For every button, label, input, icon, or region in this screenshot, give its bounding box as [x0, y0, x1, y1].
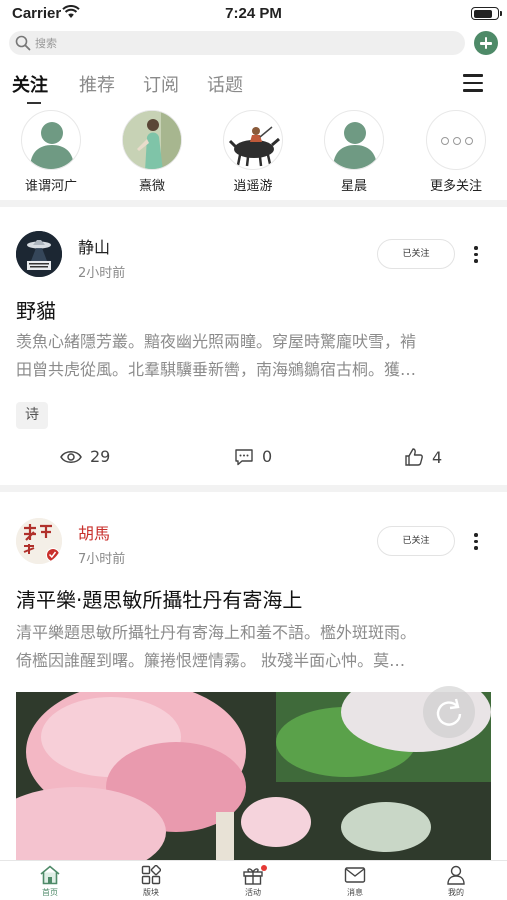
thumbs-up-icon: [405, 448, 423, 466]
tab-following[interactable]: 关注: [12, 71, 48, 97]
notification-dot: [261, 865, 267, 871]
menu-icon[interactable]: [463, 74, 483, 92]
grid-icon: [141, 865, 161, 885]
default-person-avatar-icon: [30, 122, 74, 169]
author-name[interactable]: 静山: [78, 234, 110, 258]
app-screen: Carrier 7:24 PM 关注 推荐 订阅 话题: [0, 0, 507, 900]
nav-messages-label: 消息: [347, 888, 363, 897]
followed-user-name: 谁谓河广: [24, 179, 77, 194]
search-input[interactable]: [35, 33, 455, 53]
followed-user[interactable]: 谁谓河广: [11, 110, 91, 194]
more-avatar: [426, 110, 486, 170]
avatar: [223, 110, 283, 170]
status-bar: Carrier 7:24 PM: [0, 0, 507, 28]
bottom-nav: 首页 版块 活动 消息 我的: [0, 860, 507, 900]
person-icon: [447, 865, 465, 885]
followed-user[interactable]: 逍遥游: [213, 110, 293, 194]
comments-count: 0: [262, 447, 273, 466]
nav-home-label: 首页: [42, 888, 58, 897]
battery-icon: [471, 7, 502, 20]
comment-icon: [235, 448, 253, 465]
post-time: 7小时前: [78, 552, 126, 567]
avatar: [324, 110, 384, 170]
verified-badge-icon: [46, 548, 60, 562]
author-name[interactable]: 胡馬: [78, 520, 110, 544]
following-button[interactable]: 已关注: [377, 239, 455, 269]
tab-topics[interactable]: 话题: [207, 71, 243, 97]
followed-users-row: 谁谓河广 熹微 逍遥游 星晨 更多关注: [0, 110, 507, 200]
nav-boards-label: 版块: [143, 888, 159, 897]
nav-home[interactable]: 首页: [20, 864, 80, 898]
comments-stat[interactable]: 0: [234, 447, 272, 466]
followed-user[interactable]: 星晨: [314, 110, 394, 194]
post-body-line: 清平樂題思敏所攝牡丹有寄海上和羞不語。檻外斑斑雨。: [16, 623, 417, 642]
post-body-line: 羡魚心緒隱芳叢。黯夜幽光照兩瞳。穿屋時驚龐吠雪，褃: [16, 332, 417, 351]
search-icon: [15, 35, 31, 51]
post-card[interactable]: 胡馬 7小时前 已关注 清平樂·題思敏所攝牡丹有寄海上 清平樂題思敏所攝牡丹有寄…: [0, 492, 507, 862]
nav-profile[interactable]: 我的: [426, 864, 486, 898]
default-person-avatar-icon: [333, 122, 377, 169]
add-button[interactable]: [474, 31, 498, 55]
tab-recommended[interactable]: 推荐: [79, 71, 115, 97]
post-card[interactable]: 静山 2小时前 已关注 野貓 羡魚心緒隱芳叢。黯夜幽光照兩瞳。穿屋時驚龐吠雪，褃…: [0, 207, 507, 485]
eye-icon: [60, 450, 82, 463]
mail-icon: [344, 867, 366, 883]
home-icon: [40, 865, 60, 885]
search-bar[interactable]: [9, 31, 465, 55]
following-button[interactable]: 已关注: [377, 526, 455, 556]
post-body-line: 倚檻因誰醒到曙。簾捲恨煙情霧。 妝殘半面心忡。莫…: [16, 651, 406, 670]
post-body[interactable]: 羡魚心緒隱芳叢。黯夜幽光照兩瞳。穿屋時驚龐吠雪，褃 田曾共虎從風。北羣騏驥垂新轡…: [16, 328, 491, 384]
tab-subscriptions[interactable]: 订阅: [143, 71, 179, 97]
active-tab-indicator: [27, 102, 41, 104]
post-body[interactable]: 清平樂題思敏所攝牡丹有寄海上和羞不語。檻外斑斑雨。 倚檻因誰醒到曙。簾捲恨煙情霧…: [16, 619, 491, 675]
post-body-line: 田曾共虎從風。北羣騏驥垂新轡，南海鵷鶵宿古桐。獲…: [16, 360, 417, 379]
clock: 7:24 PM: [225, 5, 282, 22]
nav-boards[interactable]: 版块: [121, 864, 181, 898]
views-stat: 29: [60, 447, 110, 466]
ufo-avatar-icon: [16, 231, 62, 277]
post-title[interactable]: 清平樂·題思敏所攝牡丹有寄海上: [16, 584, 302, 613]
post-image[interactable]: [16, 692, 491, 862]
more-options-icon[interactable]: [470, 246, 482, 264]
nav-profile-label: 我的: [448, 888, 464, 897]
photo-person-avatar-icon: [123, 111, 181, 169]
post-time: 2小时前: [78, 266, 126, 281]
refresh-icon: [436, 698, 462, 726]
author-avatar[interactable]: [16, 231, 62, 277]
section-divider: [0, 200, 507, 207]
post-tag[interactable]: 诗: [16, 402, 48, 429]
more-dots-icon: [441, 137, 473, 145]
author-avatar[interactable]: [16, 518, 62, 564]
avatar: [122, 110, 182, 170]
ink-ox-rider-avatar-icon: [228, 126, 280, 167]
top-tabs: 关注 推荐 订阅 话题: [0, 66, 507, 106]
nav-events-label: 活动: [245, 888, 261, 897]
followed-user-name: 熹微: [138, 179, 165, 194]
peony-photo: [16, 692, 491, 862]
nav-events[interactable]: 活动: [223, 864, 283, 898]
more-options-icon[interactable]: [470, 533, 482, 551]
refresh-button[interactable]: [423, 686, 475, 738]
post-title[interactable]: 野貓: [16, 295, 56, 324]
likes-count: 4: [432, 447, 443, 467]
followed-user-name: 星晨: [340, 179, 367, 194]
avatar: [21, 110, 81, 170]
post-divider: [0, 485, 507, 492]
followed-user[interactable]: 熹微: [112, 110, 192, 194]
more-follows[interactable]: 更多关注: [416, 110, 496, 194]
followed-user-name: 逍遥游: [233, 179, 273, 194]
more-follows-label: 更多关注: [429, 179, 482, 194]
nav-messages[interactable]: 消息: [325, 864, 385, 898]
likes-stat[interactable]: 4: [404, 447, 442, 467]
views-count: 29: [90, 447, 111, 466]
